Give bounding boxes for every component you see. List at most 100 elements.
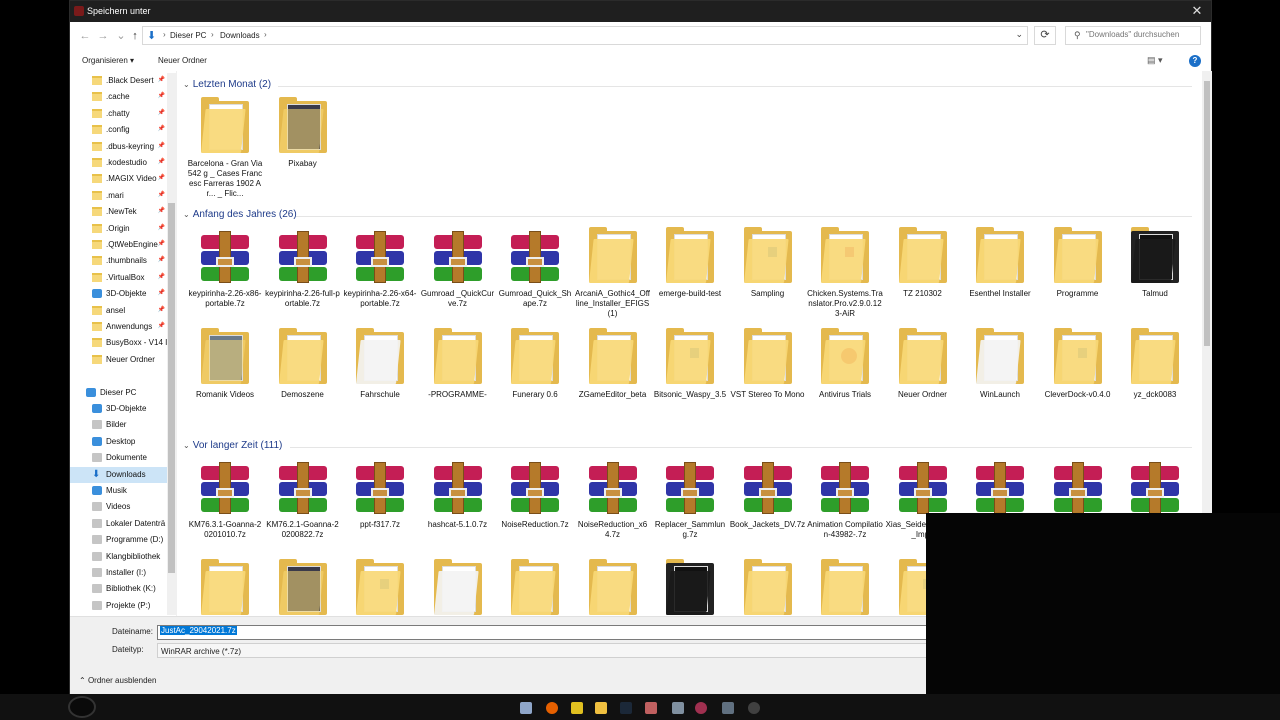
archive-file[interactable]: KM76.2.1-Goanna-20200822.7z xyxy=(265,458,341,558)
help-icon[interactable]: ? xyxy=(1189,55,1201,67)
app-icon[interactable] xyxy=(748,702,760,714)
sidebar-item[interactable]: .Black Desert 📌 xyxy=(70,73,167,89)
archive-file[interactable]: Animation Compilation-43982-.7z xyxy=(807,458,883,558)
search-box[interactable]: ⚲ xyxy=(1065,26,1201,45)
archive-file[interactable]: Book_Jackets_DV.7z xyxy=(730,458,806,558)
archive-file[interactable]: Replacer_Sammlung.7z xyxy=(652,458,728,558)
group-header[interactable]: ⌄ Vor langer Zeit (111) xyxy=(183,440,282,451)
archive-file[interactable]: hashcat-5.1.0.7z xyxy=(420,458,496,558)
app-icon[interactable] xyxy=(571,702,583,714)
archive-file[interactable]: Gumroad _QuickCurve.7z xyxy=(420,227,496,327)
new-folder-button[interactable]: Neuer Ordner xyxy=(158,56,207,65)
sidebar-item[interactable]: Bibliothek (K:) xyxy=(70,581,167,597)
folder-item[interactable]: emerge-build-test xyxy=(652,227,728,327)
app-icon[interactable] xyxy=(520,702,532,714)
sidebar-item[interactable]: BusyBoxx - V14 I xyxy=(70,335,167,351)
view-options-icon[interactable]: ▤ ▾ xyxy=(1147,55,1163,66)
nav-scrollbar-thumb[interactable] xyxy=(168,203,175,573)
folder-item[interactable]: yz_dck0083 xyxy=(1117,328,1193,428)
sidebar-item[interactable]: Klangbibliothek xyxy=(70,549,167,565)
start-orb-icon[interactable] xyxy=(68,696,96,718)
folder-item[interactable]: Chicken.Systems.Translator.Pro.v2.9.0.12… xyxy=(807,227,883,327)
archive-file[interactable]: ppt-f317.7z xyxy=(342,458,418,558)
folder-item[interactable]: TaskTillDawn2.21 xyxy=(342,559,418,616)
sidebar-item[interactable]: .cache 📌 xyxy=(70,89,167,105)
sidebar-item[interactable]: Installer (I:) xyxy=(70,565,167,581)
folder-item[interactable]: processexplorer xyxy=(575,559,651,616)
breadcrumb-dieser-pc[interactable]: Dieser PC xyxy=(170,31,206,40)
sidebar-item[interactable]: .thumbnails 📌 xyxy=(70,253,167,269)
steam-icon[interactable] xyxy=(620,702,632,714)
folder-item[interactable]: TZ 210302 xyxy=(885,227,961,327)
folder-item[interactable]: Demoszene xyxy=(265,328,341,428)
folder-item[interactable]: Neuer Ordner xyxy=(885,328,961,428)
folder-item[interactable]: ArcaniA_Gothic4_Offline_Installer_EFIGS … xyxy=(575,227,651,327)
sidebar-item[interactable]: Programme (D:) xyxy=(70,532,167,548)
sidebar-item[interactable]: Projekte (P:) xyxy=(70,598,167,614)
up-button[interactable]: ↑ xyxy=(128,29,142,43)
folder-item[interactable]: Romanik Videos xyxy=(187,328,263,428)
sidebar-item[interactable]: .mari 📌 xyxy=(70,188,167,204)
nav-scrollbar[interactable] xyxy=(167,73,176,615)
recent-locations-icon[interactable]: ⌄ xyxy=(114,29,128,43)
search-input[interactable] xyxy=(1086,30,1196,39)
folder-item[interactable]: LaunchPadforOB xyxy=(807,559,883,616)
folder-item[interactable]: VST Stereo To Mono xyxy=(730,328,806,428)
archive-file[interactable]: NoiseReduction.7z xyxy=(497,458,573,558)
sidebar-item[interactable]: Neuer Ordner xyxy=(70,352,167,368)
folder-item[interactable]: Barcelona - Gran Via 542 g _ Cases Franc… xyxy=(187,97,263,198)
content-scrollbar-thumb[interactable] xyxy=(1204,81,1210,346)
app-icon[interactable] xyxy=(695,702,707,714)
sidebar-item[interactable]: ansel 📌 xyxy=(70,303,167,319)
folder-item[interactable]: Esenthel Installer xyxy=(962,227,1038,327)
folder-item[interactable]: Talmud xyxy=(1117,227,1193,327)
folder-item[interactable]: Pixabay xyxy=(265,97,341,197)
breadcrumb-downloads[interactable]: Downloads xyxy=(220,31,260,40)
sidebar-item[interactable]: Musik xyxy=(70,483,167,499)
folder-item[interactable]: Antivirus Trials xyxy=(807,328,883,428)
folder-item[interactable]: al xyxy=(265,559,341,616)
sidebar-item[interactable]: 3D-Objekte xyxy=(70,401,167,417)
folder-item[interactable]: CleverDock-v0.4.0 xyxy=(1040,328,1116,428)
group-header[interactable]: ⌄ Anfang des Jahres (26) xyxy=(183,209,297,220)
sidebar-item[interactable]: .QtWebEngine 📌 xyxy=(70,237,167,253)
archive-file[interactable]: keypirinha-2.26-x64-portable.7z xyxy=(342,227,418,327)
folder-item[interactable]: Sampling xyxy=(730,227,806,327)
app-icon[interactable] xyxy=(722,702,734,714)
chevron-down-icon[interactable]: ⌄ xyxy=(1015,29,1023,40)
folder-item[interactable]: Bitsonic_Waspy_3.5 xyxy=(652,328,728,428)
sidebar-item[interactable]: Desktop xyxy=(70,434,167,450)
folder-item[interactable]: zcron xyxy=(420,559,496,616)
sidebar-item[interactable]: .kodestudio 📌 xyxy=(70,155,167,171)
archive-file[interactable]: keypirinha-2.26-full-portable.7z xyxy=(265,227,341,327)
close-button[interactable]: ✕ xyxy=(1188,3,1206,19)
sidebar-item[interactable]: 3D-Objekte 📌 xyxy=(70,286,167,302)
sidebar-item[interactable]: .NewTek 📌 xyxy=(70,204,167,220)
sidebar-item[interactable]: .chatty 📌 xyxy=(70,106,167,122)
folder-item[interactable]: ZGameEditor_beta xyxy=(575,328,651,428)
folder-item[interactable]: TaskTillDawn2.21 xyxy=(497,559,573,616)
sidebar-item[interactable]: .config 📌 xyxy=(70,122,167,138)
sidebar-item[interactable]: .VirtualBox 📌 xyxy=(70,270,167,286)
organize-button[interactable]: Organisieren ▾ xyxy=(82,56,134,65)
folder-item[interactable]: Fahrschule xyxy=(342,328,418,428)
sidebar-item[interactable]: ⬇ Downloads xyxy=(70,466,167,483)
folder-item[interactable]: -PROGRAMME- xyxy=(420,328,496,428)
archive-file[interactable]: keypirinha-2.26-x86-portable.7z xyxy=(187,227,263,327)
refresh-button[interactable]: ⟳ xyxy=(1034,26,1056,45)
collapse-icon[interactable]: ⌄ xyxy=(183,80,190,89)
sidebar-item[interactable]: .dbus-keyring 📌 xyxy=(70,139,167,155)
sidebar-item[interactable]: Dieser PC xyxy=(70,385,167,401)
app-icon[interactable] xyxy=(645,702,657,714)
sidebar-item[interactable]: Bilder xyxy=(70,417,167,433)
group-header[interactable]: ⌄ Letzten Monat (2) xyxy=(183,79,271,90)
sidebar-item[interactable]: Dokumente xyxy=(70,450,167,466)
sidebar-item[interactable]: Lokaler Datenträ xyxy=(70,516,167,532)
folder-item[interactable]: ProcessExplorer xyxy=(187,559,263,616)
folder-item[interactable]: Launchpad OBS xyxy=(730,559,806,616)
sidebar-item[interactable]: .Origin 📌 xyxy=(70,221,167,237)
explorer-icon[interactable] xyxy=(595,702,607,714)
back-button[interactable]: ← xyxy=(78,29,92,43)
archive-file[interactable]: Gumroad_Quick_Shape.7z xyxy=(497,227,573,327)
sidebar-item[interactable]: Anwendungs 📌 xyxy=(70,319,167,335)
